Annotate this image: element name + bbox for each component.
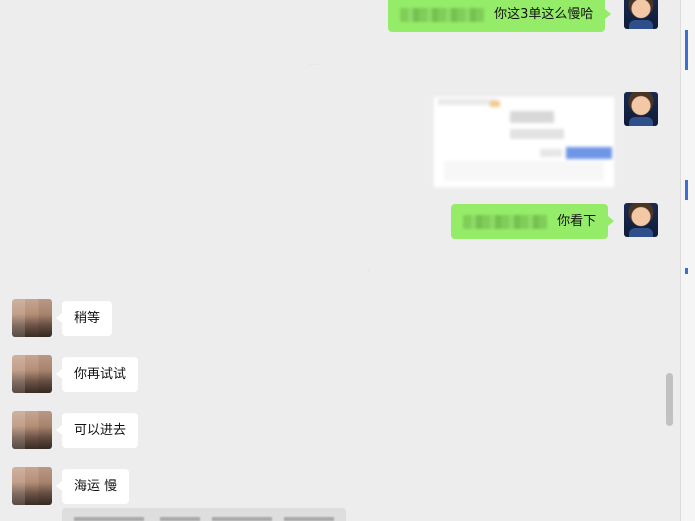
message-text: 你这3单这么慢哈	[494, 7, 594, 22]
my-avatar[interactable]	[624, 92, 658, 126]
message-text: 海运 慢	[74, 479, 118, 494]
message-text: 你看下	[557, 214, 597, 229]
message-bubble-incoming[interactable]: 可以进去	[55, 413, 139, 448]
side-marker	[685, 30, 688, 70]
divider-dots: · · ·	[310, 62, 318, 68]
redacted-text	[400, 7, 484, 22]
chat-message-area[interactable]: 你这3单这么慢哈 · · · 你看下 · 稍等 你再试试 可以进去 海运 慢	[0, 0, 667, 521]
contact-avatar[interactable]	[12, 411, 52, 449]
message-bubble-incoming[interactable]: 海运 慢	[55, 469, 130, 504]
divider-dots: ·	[368, 268, 370, 274]
side-panel-edge	[680, 0, 695, 521]
message-bubble-outgoing[interactable]: 你看下	[451, 204, 615, 239]
message-text: 可以进去	[74, 423, 127, 438]
message-bubble-incoming[interactable]: 稍等	[55, 301, 113, 336]
message-bubble-incoming[interactable]: 你再试试	[55, 357, 139, 392]
image-message[interactable]	[433, 96, 615, 188]
message-text: 稍等	[74, 311, 101, 326]
message-bubble-outgoing[interactable]: 你这3单这么慢哈	[388, 0, 612, 32]
message-text: 你再试试	[74, 367, 127, 382]
contact-avatar[interactable]	[12, 467, 52, 505]
scrollbar-thumb[interactable]	[666, 373, 673, 426]
my-avatar[interactable]	[624, 0, 658, 29]
partial-message-bubble[interactable]	[62, 508, 346, 521]
side-marker	[685, 268, 688, 274]
my-avatar[interactable]	[624, 203, 658, 237]
redacted-text	[463, 214, 547, 229]
side-marker	[685, 180, 688, 200]
chat-scrollbar[interactable]	[665, 0, 675, 521]
contact-avatar[interactable]	[12, 355, 52, 393]
contact-avatar[interactable]	[12, 299, 52, 337]
